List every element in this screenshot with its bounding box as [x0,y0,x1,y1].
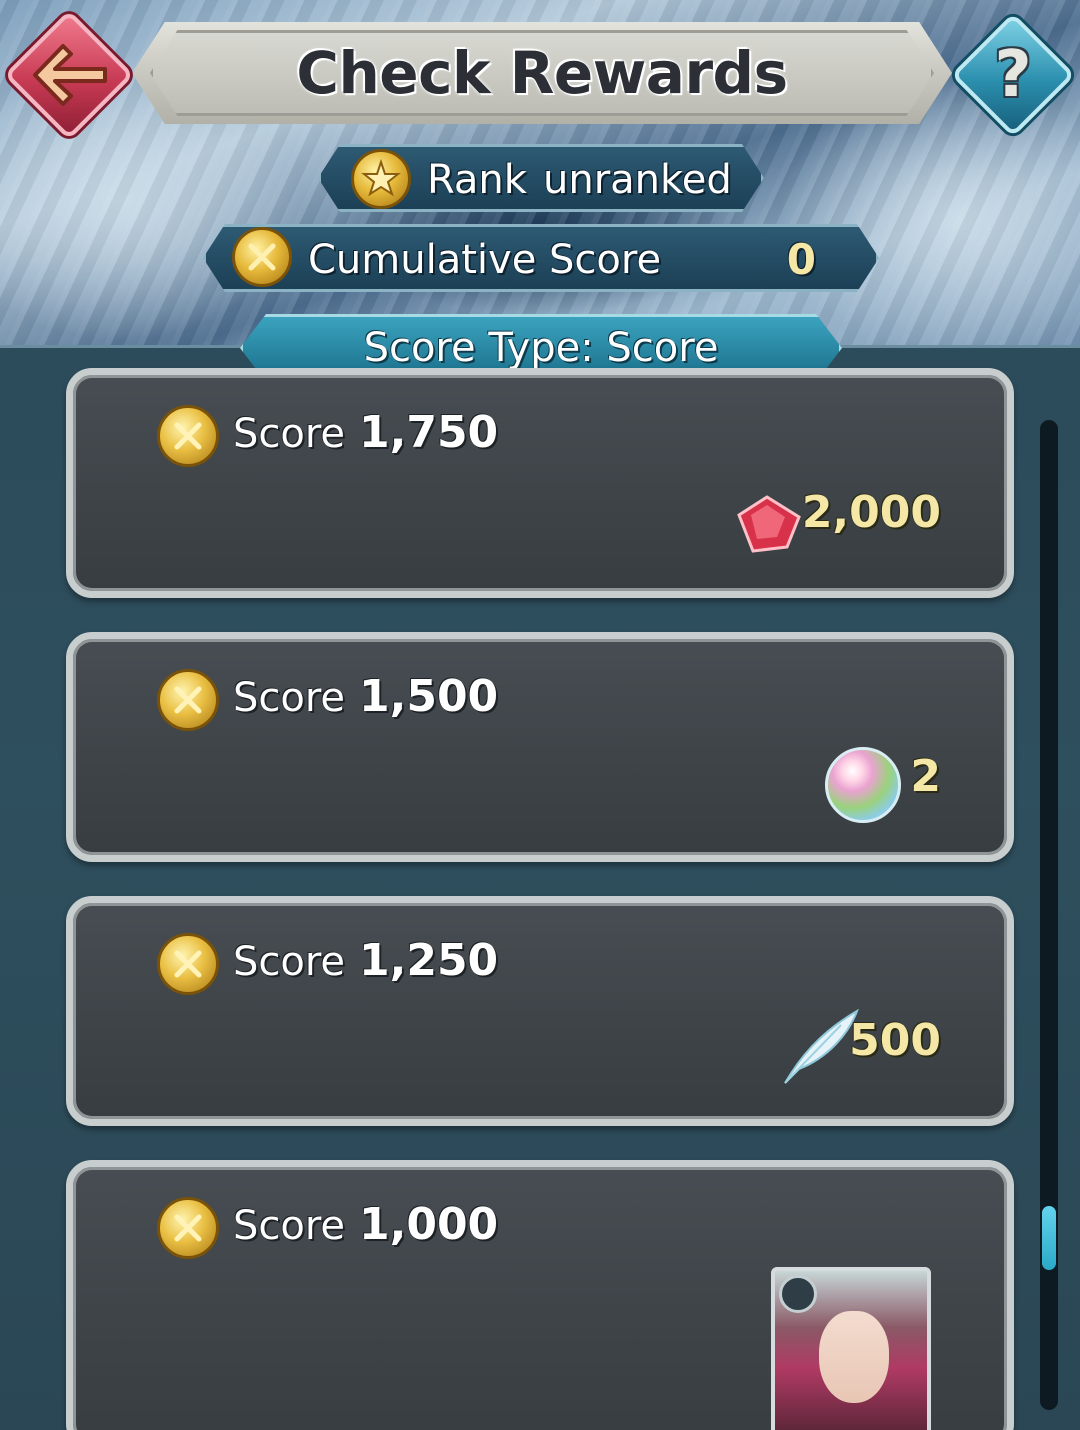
score-medal-icon [232,227,292,287]
score-label: Score [233,1203,346,1249]
cumulative-score-display: Cumulative Score 0 [203,224,879,292]
reward-amount: 2 [910,751,941,802]
score-medal-icon [157,405,219,467]
hero-portrait[interactable] [771,1267,931,1430]
score-medal-icon [157,1197,219,1259]
rank-display: Rank unranked [318,144,764,212]
score-threshold: 1,250 [359,935,499,986]
hero-face [819,1311,889,1403]
back-arrow-icon [33,44,107,106]
help-button[interactable]: ? [950,12,1076,138]
reward-card: Score 1,000 [66,1160,1014,1430]
score-label: Score [233,675,346,721]
score-medal-icon [157,933,219,995]
rank-emblem-icon [351,149,411,209]
score-threshold: 1,750 [359,407,499,458]
scrollbar-thumb[interactable] [1042,1206,1056,1270]
score-label: Score [233,411,346,457]
rainbow-orb-icon [825,747,901,823]
red-gem-icon [737,495,801,553]
cumulative-score-value: 0 [786,235,816,284]
reward-amount: 2,000 [801,487,941,538]
reward-card: Score 1,750 2,000 [66,368,1014,598]
bow-icon [779,1275,817,1313]
header-banner: Check Rewards [132,22,952,124]
score-medal-icon [157,669,219,731]
score-threshold: 1,500 [359,671,499,722]
back-button[interactable] [3,9,135,141]
reward-amount: 500 [849,1015,941,1066]
rank-value: unranked [543,157,732,203]
reward-card: Score 1,250 500 [66,896,1014,1126]
page-title: Check Rewards [296,39,788,107]
question-mark-icon: ? [994,38,1032,112]
rank-label: Rank [427,157,527,203]
score-type-label: Score Type: Score [363,325,719,371]
score-label: Score [233,939,346,985]
reward-card: Score 1,500 2 [66,632,1014,862]
cumulative-score-label: Cumulative Score [308,237,662,283]
score-threshold: 1,000 [359,1199,499,1250]
